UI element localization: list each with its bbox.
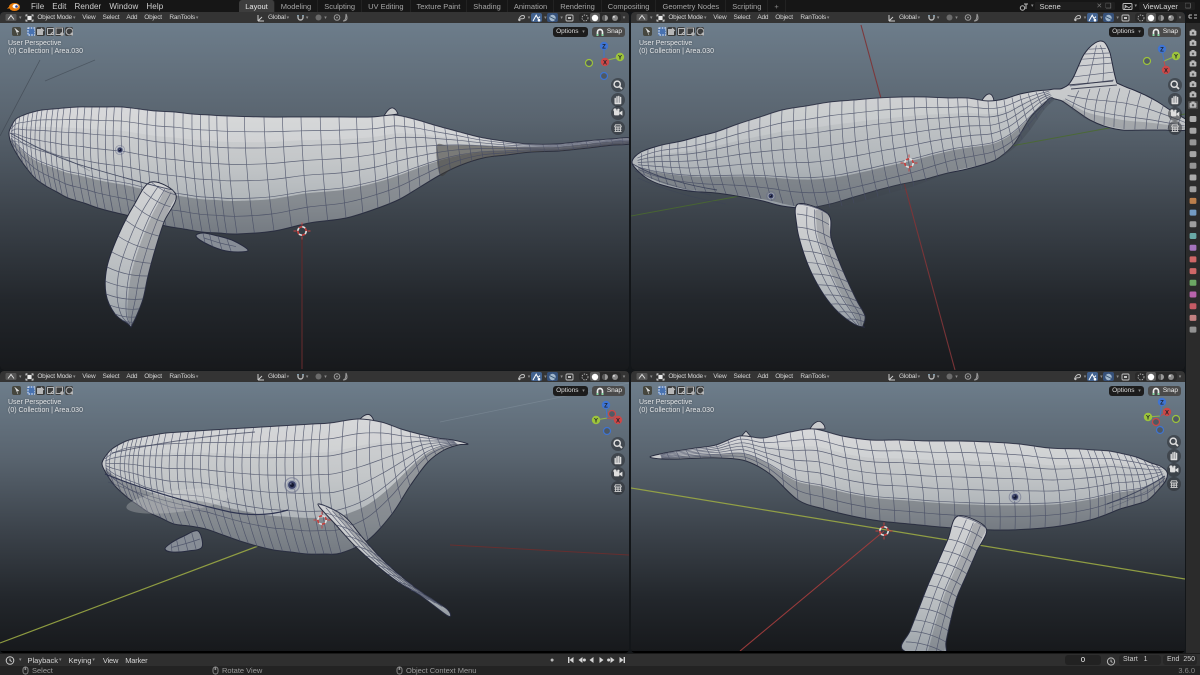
svg-text:Y: Y <box>618 55 622 61</box>
svg-text:Z: Z <box>1160 400 1164 406</box>
svg-text:Z: Z <box>604 403 608 409</box>
svg-text:Y: Y <box>1174 54 1178 60</box>
svg-text:Y: Y <box>594 418 598 424</box>
svg-text:Z: Z <box>1160 47 1164 53</box>
svg-text:X: X <box>1164 68 1168 74</box>
svg-text:Z: Z <box>602 44 606 50</box>
svg-text:X: X <box>1165 410 1169 416</box>
svg-text:X: X <box>616 418 620 424</box>
svg-text:X: X <box>603 60 607 66</box>
svg-text:Y: Y <box>1146 415 1150 421</box>
